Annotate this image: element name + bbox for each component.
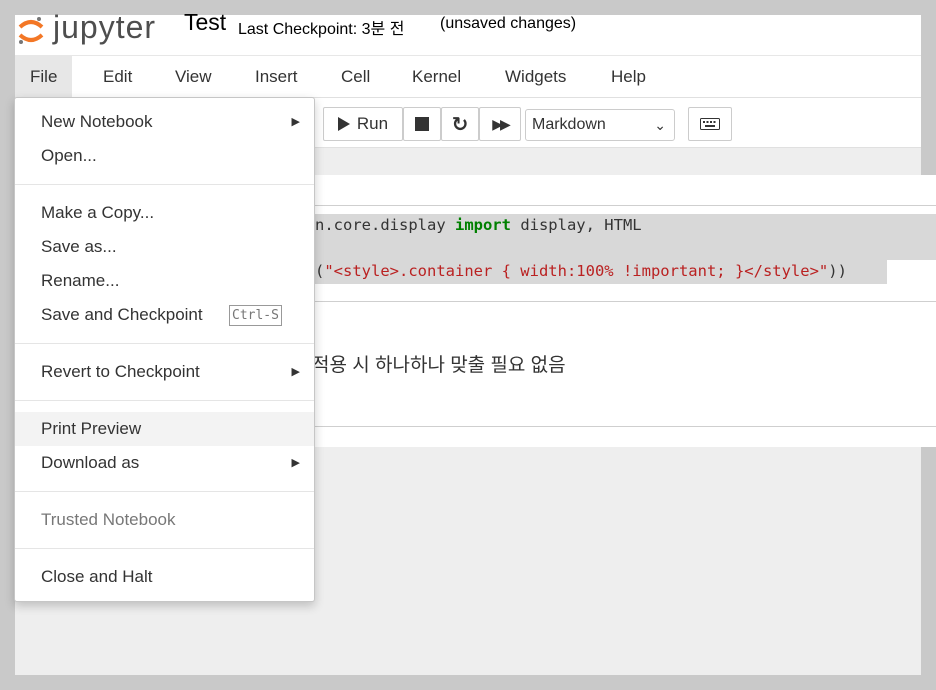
code-keyword: import (454, 216, 511, 234)
chevron-down-icon: ⌄ (654, 117, 666, 133)
menu-item-label: New Notebook (41, 112, 153, 131)
fast-forward-icon: ▶▶ (492, 115, 510, 132)
jupyter-logo-icon (18, 17, 44, 44)
run-all-button[interactable]: ▶▶ (479, 107, 521, 141)
menu-make-copy[interactable]: Make a Copy... (15, 196, 314, 230)
menu-close-halt[interactable]: Close and Halt (15, 560, 314, 594)
menu-item-label: Rename... (41, 271, 120, 290)
menu-item-label: Revert to Checkpoint (41, 362, 200, 381)
restart-button[interactable]: ↻ (441, 107, 479, 141)
file-menu-dropdown: New Notebook ▶ Open... Make a Copy... Sa… (14, 97, 315, 602)
menu-help[interactable]: Help (596, 56, 661, 98)
menu-save-checkpoint[interactable]: Save and Checkpoint Ctrl-S (15, 298, 314, 332)
menu-item-label: Make a Copy... (41, 203, 155, 222)
menu-revert-checkpoint[interactable]: Revert to Checkpoint ▶ (15, 355, 314, 389)
menu-print-preview[interactable]: Print Preview (15, 412, 314, 446)
stop-icon (415, 117, 429, 131)
submenu-caret-icon: ▶ (291, 366, 300, 378)
code-line[interactable]: ("<style>.container { width:100% !import… (315, 262, 847, 280)
menu-divider (15, 491, 314, 492)
cell-type-select[interactable]: Markdown ⌄ (525, 109, 675, 141)
header: jupyter Test Last Checkpoint: 3분 전 (unsa… (15, 9, 921, 55)
menu-edit[interactable]: Edit (88, 56, 147, 98)
menu-divider (15, 343, 314, 344)
jupyter-logo[interactable]: jupyter (15, 3, 175, 49)
code-line[interactable]: n.core.display import display, HTML (315, 216, 642, 234)
menu-item-label: Print Preview (41, 419, 142, 438)
submenu-caret-icon: ▶ (291, 116, 300, 128)
menu-download-as[interactable]: Download as ▶ (15, 446, 314, 480)
menu-insert[interactable]: Insert (240, 56, 313, 98)
code-text: )) (828, 262, 847, 280)
menu-view[interactable]: View (160, 56, 227, 98)
menubar: File Edit View Insert Cell Kernel Widget… (15, 55, 921, 98)
menu-item-label: Save and Checkpoint (41, 305, 203, 324)
restart-icon: ↻ (451, 113, 469, 136)
menu-kernel[interactable]: Kernel (397, 56, 476, 98)
menu-item-label: Close and Halt (41, 567, 153, 586)
menu-rename[interactable]: Rename... (15, 264, 314, 298)
menu-trusted-notebook[interactable]: Trusted Notebook (15, 503, 314, 537)
menu-widgets[interactable]: Widgets (490, 56, 581, 98)
menu-open[interactable]: Open... (15, 139, 314, 173)
code-text: n.core.display (315, 216, 455, 234)
run-label: Run (356, 114, 389, 133)
shortcut-hint: Ctrl-S (229, 305, 282, 326)
menu-divider (15, 548, 314, 549)
menu-item-label: Open... (41, 146, 97, 165)
markdown-text: 적용 시 하나하나 맞출 필요 없음 (312, 355, 566, 376)
checkpoint-status: Last Checkpoint: 3분 전 (238, 21, 405, 38)
logo-text: jupyter (53, 9, 157, 45)
menu-file[interactable]: File (15, 56, 73, 98)
menu-item-label: Download as (41, 453, 140, 472)
cell-type-value: Markdown (532, 116, 606, 133)
code-string: "<style>.container { width:100% !importa… (324, 262, 829, 280)
menu-new-notebook[interactable]: New Notebook ▶ (15, 105, 314, 139)
keyboard-icon (700, 118, 720, 130)
run-button[interactable]: Run (323, 107, 403, 141)
menu-divider (15, 184, 314, 185)
interrupt-button[interactable] (403, 107, 441, 141)
menu-item-label: Save as... (41, 237, 117, 256)
submenu-caret-icon: ▶ (291, 457, 300, 469)
code-text: ( (315, 262, 325, 280)
menu-cell[interactable]: Cell (326, 56, 385, 98)
command-palette-button[interactable] (688, 107, 732, 141)
autosave-status: (unsaved changes) (440, 15, 577, 32)
code-text: display, HTML (510, 216, 642, 234)
menu-item-label: Trusted Notebook (41, 510, 176, 529)
menu-divider (15, 400, 314, 401)
play-icon (337, 117, 350, 131)
menu-save-as[interactable]: Save as... (15, 230, 314, 264)
notebook-name[interactable]: Test (184, 9, 226, 36)
